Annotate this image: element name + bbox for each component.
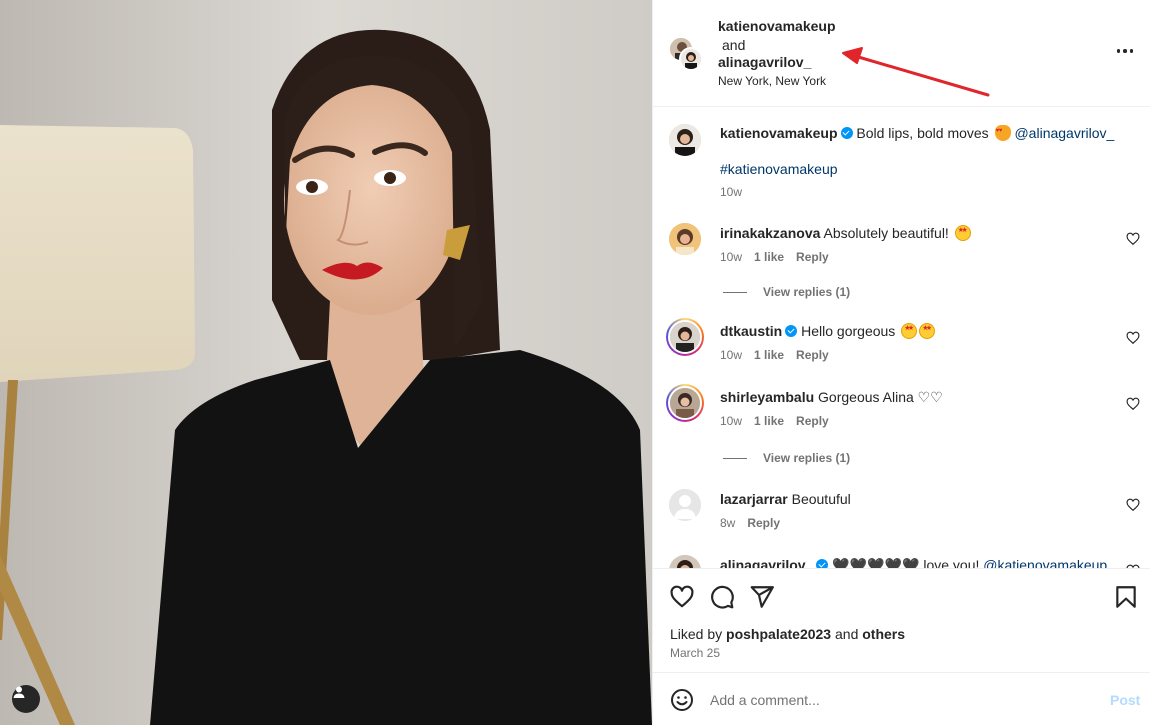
comment-username[interactable]: lazarjarrar (720, 491, 788, 507)
comment-text: Hello gorgeous (801, 323, 896, 339)
reply-button[interactable]: Reply (747, 516, 780, 530)
header-and-text: and (722, 37, 746, 53)
like-comment-heart-icon[interactable] (1126, 331, 1140, 345)
smiley-icon[interactable] (670, 688, 694, 712)
divider (723, 457, 747, 459)
verified-icon (840, 127, 853, 139)
verified-icon (816, 559, 829, 568)
comment-username[interactable]: alinagavrilov_ (720, 557, 813, 568)
action-bar: Liked by poshpalate2023 and others March… (653, 568, 1150, 668)
post-sidebar: katienovamakeup and alinagavrilov_ New Y… (652, 0, 1150, 725)
like-comment-heart-icon[interactable] (1126, 397, 1140, 411)
caption-text: Bold lips, bold moves (856, 125, 989, 141)
like-comment-heart-icon[interactable] (1126, 498, 1140, 512)
bookmark-icon[interactable] (1113, 584, 1139, 610)
liked-by-summary: Liked by poshpalate2023 and others (670, 626, 906, 642)
caption-username[interactable]: katienovamakeup (720, 125, 838, 141)
reply-button[interactable]: Reply (796, 250, 829, 264)
view-replies-button[interactable]: View replies (1) (723, 451, 850, 465)
avatar[interactable] (669, 124, 701, 156)
liked-by-others[interactable]: others (862, 626, 905, 642)
caption-hashtag[interactable]: #katienovamakeup (720, 161, 838, 177)
comment-text: Gorgeous Alina ♡♡ (818, 389, 943, 405)
comment-time: 10w (720, 414, 743, 428)
reply-button[interactable]: Reply (796, 348, 829, 362)
post-photo[interactable] (0, 0, 652, 725)
comment-text: Beoutuful (791, 491, 851, 507)
post-date[interactable]: March 25 (670, 646, 720, 660)
post-header: katienovamakeup and alinagavrilov_ New Y… (653, 0, 1150, 107)
collab-avatars[interactable] (669, 37, 703, 71)
caption-time: 10w (720, 185, 743, 199)
user-tag-icon (13, 686, 25, 698)
comment-time: 8w (720, 516, 736, 530)
avatar (679, 47, 703, 71)
avatar[interactable] (669, 223, 701, 255)
comments-list[interactable]: katienovamakeup Bold lips, bold moves @a… (653, 108, 1150, 568)
reply-button[interactable]: Reply (796, 414, 829, 428)
comment-time: 10w (720, 250, 743, 264)
location-link[interactable]: New York, New York (718, 74, 826, 88)
portrait-image (0, 0, 652, 725)
caption-mention[interactable]: @alinagavrilov_ (1014, 125, 1114, 141)
avatar[interactable] (669, 489, 701, 521)
comment-icon[interactable] (709, 584, 735, 610)
avatar[interactable] (669, 555, 701, 568)
divider (723, 291, 747, 293)
comment-username[interactable]: dtkaustin (720, 323, 782, 339)
comment-likes[interactable]: 1 like (754, 348, 784, 362)
star-struck-emoji-icon (901, 323, 918, 339)
like-comment-heart-icon[interactable] (1126, 232, 1140, 246)
star-struck-emoji-icon (954, 225, 971, 241)
comment-mention[interactable]: @katienovamakeup (983, 557, 1107, 568)
more-horizontal-icon (1116, 49, 1121, 53)
tagged-users-button[interactable] (12, 685, 40, 713)
comment-likes[interactable]: 1 like (754, 250, 784, 264)
view-replies-button[interactable]: View replies (1) (723, 285, 850, 299)
post-button[interactable]: Post (1110, 692, 1140, 708)
verified-icon (785, 325, 798, 337)
comment-text: 🖤🖤🖤🖤🖤 love you! (832, 557, 980, 568)
avatar-story-ring[interactable] (666, 318, 704, 356)
heart-eyes-cat-emoji-icon (994, 125, 1011, 141)
header-username-1[interactable]: katienovamakeup (718, 18, 836, 34)
liked-by-user[interactable]: poshpalate2023 (726, 626, 831, 642)
heart-icon[interactable] (669, 584, 695, 610)
comment-username[interactable]: shirleyambalu (720, 389, 814, 405)
comment-time: 10w (720, 348, 743, 362)
header-username-2[interactable]: alinagavrilov_ (718, 54, 811, 70)
comment-likes[interactable]: 1 like (754, 414, 784, 428)
add-comment-bar: Post (653, 672, 1150, 725)
comment-text: Absolutely beautiful! (823, 225, 949, 241)
more-options-button[interactable] (1115, 41, 1135, 61)
star-struck-emoji-icon (919, 323, 936, 339)
send-icon[interactable] (749, 584, 775, 610)
comment-username[interactable]: irinakakzanova (720, 225, 820, 241)
avatar-story-ring[interactable] (666, 384, 704, 422)
comment-input[interactable] (710, 691, 1090, 709)
